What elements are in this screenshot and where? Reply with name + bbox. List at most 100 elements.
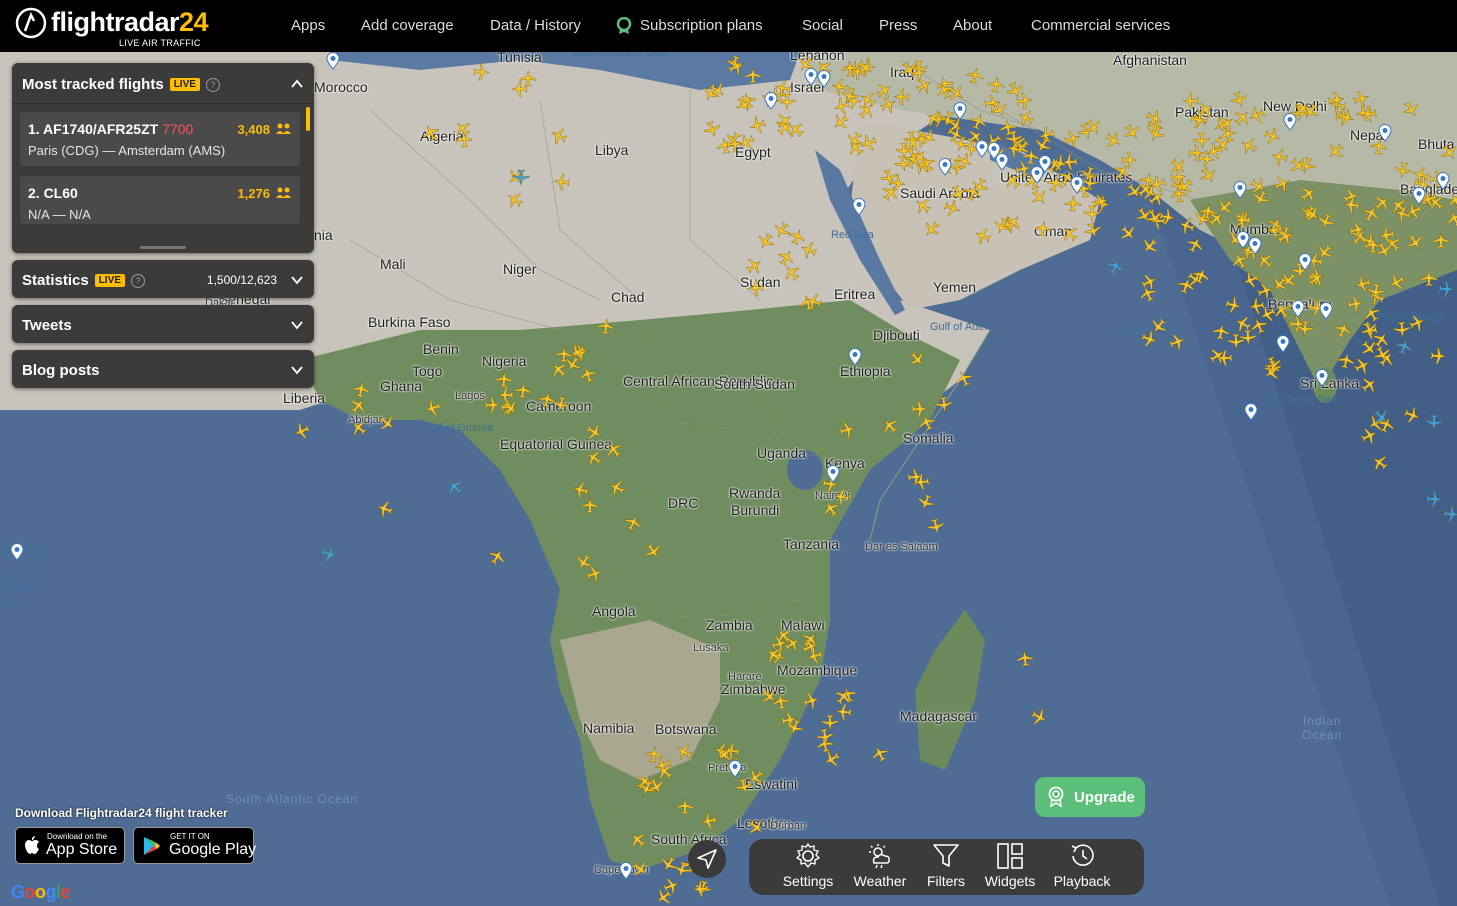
scrollbar-thumb[interactable]: [306, 107, 310, 131]
chevron-down-icon[interactable]: [290, 318, 304, 332]
airport-pin-icon[interactable]: [1276, 335, 1290, 353]
resize-handle[interactable]: [140, 246, 186, 249]
airport-pin-icon[interactable]: [764, 92, 778, 110]
aircraft-icon[interactable]: [747, 279, 766, 298]
airport-pin-icon[interactable]: [1233, 181, 1247, 199]
aircraft-icon[interactable]: [1120, 151, 1138, 169]
airport-pin-icon[interactable]: [826, 465, 840, 483]
airport-pin-icon[interactable]: [953, 102, 967, 120]
aircraft-icon[interactable]: [1015, 649, 1035, 669]
aircraft-icon[interactable]: [910, 400, 929, 419]
airport-pin-icon[interactable]: [10, 543, 24, 561]
tweets-panel[interactable]: Tweets: [12, 305, 314, 343]
airport-pin-icon[interactable]: [804, 68, 818, 86]
help-icon[interactable]: ?: [205, 78, 220, 92]
playback-button[interactable]: Playback: [1051, 843, 1113, 891]
nav-about[interactable]: About: [953, 17, 992, 34]
airport-pin-icon[interactable]: [1070, 176, 1084, 194]
chevron-down-icon[interactable]: [290, 273, 304, 287]
aircraft-icon[interactable]: [1441, 504, 1457, 524]
nav-commercial-services[interactable]: Commercial services: [1031, 17, 1170, 34]
nav-apps[interactable]: Apps: [291, 17, 325, 34]
statistics-panel[interactable]: Statistics LIVE? 1,500/12,623: [12, 260, 314, 298]
aircraft-icon[interactable]: [1157, 206, 1178, 227]
aircraft-icon[interactable]: [581, 497, 600, 516]
weather-button[interactable]: Weather: [850, 843, 910, 891]
nav-social[interactable]: Social: [802, 17, 843, 34]
airport-pin-icon[interactable]: [938, 158, 952, 176]
aircraft-icon[interactable]: [699, 810, 720, 831]
aircraft-icon[interactable]: [552, 172, 572, 192]
airport-pin-icon[interactable]: [1038, 155, 1052, 173]
tracked-flight-card[interactable]: 1. AF1740/AFR25ZT 7700 Paris (CDG) — Amst…: [20, 112, 300, 166]
airport-pin-icon[interactable]: [1436, 172, 1450, 190]
chevron-down-icon[interactable]: [290, 363, 304, 377]
aircraft-icon[interactable]: [537, 389, 558, 410]
airport-pin-icon[interactable]: [848, 348, 862, 366]
aircraft-icon[interactable]: [596, 317, 616, 337]
aircraft-icon[interactable]: [1295, 318, 1315, 338]
aircraft-icon[interactable]: [1425, 413, 1444, 432]
airport-pin-icon[interactable]: [1315, 369, 1329, 387]
aircraft-icon[interactable]: [1063, 194, 1082, 213]
most-tracked-title[interactable]: Most tracked flights LIVE?: [22, 76, 220, 93]
blog-posts-panel[interactable]: Blog posts: [12, 350, 314, 388]
aircraft-icon[interactable]: [935, 394, 955, 414]
airport-pin-icon[interactable]: [817, 70, 831, 88]
locate-me-button[interactable]: [688, 840, 726, 878]
aircraft-icon[interactable]: [832, 487, 853, 508]
aircraft-icon[interactable]: [1326, 89, 1347, 110]
airport-pin-icon[interactable]: [1298, 253, 1312, 271]
aircraft-icon[interactable]: [1192, 131, 1212, 151]
aircraft-icon[interactable]: [986, 75, 1006, 95]
flightradar24-logo[interactable]: flightradar24 LIVE AIR TRAFFIC: [15, 5, 215, 49]
airport-pin-icon[interactable]: [1283, 113, 1297, 131]
nav-add-coverage[interactable]: Add coverage: [361, 17, 454, 34]
aircraft-icon[interactable]: [1424, 489, 1443, 508]
tracked-flight-card[interactable]: 2. CL60 N/A — N/A 1,276: [20, 176, 300, 224]
aircraft-icon[interactable]: [513, 381, 533, 401]
aircraft-icon[interactable]: [472, 62, 491, 81]
nav-subscription-plans[interactable]: Subscription plans: [640, 17, 763, 34]
nav-data-history[interactable]: Data / History: [490, 17, 581, 34]
airport-pin-icon[interactable]: [1244, 403, 1258, 421]
aircraft-icon[interactable]: [1238, 328, 1257, 347]
widgets-button[interactable]: Widgets: [982, 843, 1038, 891]
app-store-button[interactable]: Download on the App Store: [15, 827, 125, 864]
airport-pin-icon[interactable]: [995, 153, 1009, 171]
google-play-button[interactable]: GET IT ON Google Play: [133, 827, 256, 864]
aircraft-icon[interactable]: [1197, 202, 1217, 222]
airport-pin-icon[interactable]: [852, 198, 866, 216]
aircraft-icon[interactable]: [512, 168, 531, 187]
aircraft-icon[interactable]: [912, 472, 932, 492]
aircraft-icon[interactable]: [821, 713, 839, 731]
filters-button[interactable]: Filters: [922, 843, 970, 891]
airport-pin-icon[interactable]: [1412, 187, 1426, 205]
aircraft-icon[interactable]: [1437, 280, 1456, 299]
aircraft-icon[interactable]: [1061, 152, 1080, 171]
aircraft-icon[interactable]: [676, 798, 695, 817]
aircraft-icon[interactable]: [1342, 195, 1362, 215]
aircraft-icon[interactable]: [644, 744, 665, 765]
nav-press[interactable]: Press: [879, 17, 917, 34]
aircraft-icon[interactable]: [1033, 219, 1053, 239]
aircraft-icon[interactable]: [454, 131, 474, 151]
airport-pin-icon[interactable]: [1291, 300, 1305, 318]
airport-pin-icon[interactable]: [619, 862, 633, 880]
aircraft-icon[interactable]: [350, 379, 371, 400]
aircraft-icon[interactable]: [691, 879, 711, 899]
chevron-up-icon[interactable]: [290, 77, 304, 91]
aircraft-icon[interactable]: [1420, 270, 1438, 288]
aircraft-icon[interactable]: [497, 386, 515, 404]
aircraft-icon[interactable]: [1432, 232, 1450, 250]
upgrade-button[interactable]: Upgrade: [1035, 777, 1145, 817]
aircraft-icon[interactable]: [1215, 349, 1234, 368]
airport-pin-icon[interactable]: [728, 760, 742, 778]
airport-pin-icon[interactable]: [1248, 237, 1262, 255]
airport-pin-icon[interactable]: [1319, 302, 1333, 320]
aircraft-icon[interactable]: [519, 70, 537, 88]
aircraft-icon[interactable]: [1210, 321, 1231, 342]
aircraft-icon[interactable]: [1358, 104, 1378, 124]
aircraft-icon[interactable]: [1366, 281, 1386, 301]
aircraft-icon[interactable]: [892, 88, 911, 107]
